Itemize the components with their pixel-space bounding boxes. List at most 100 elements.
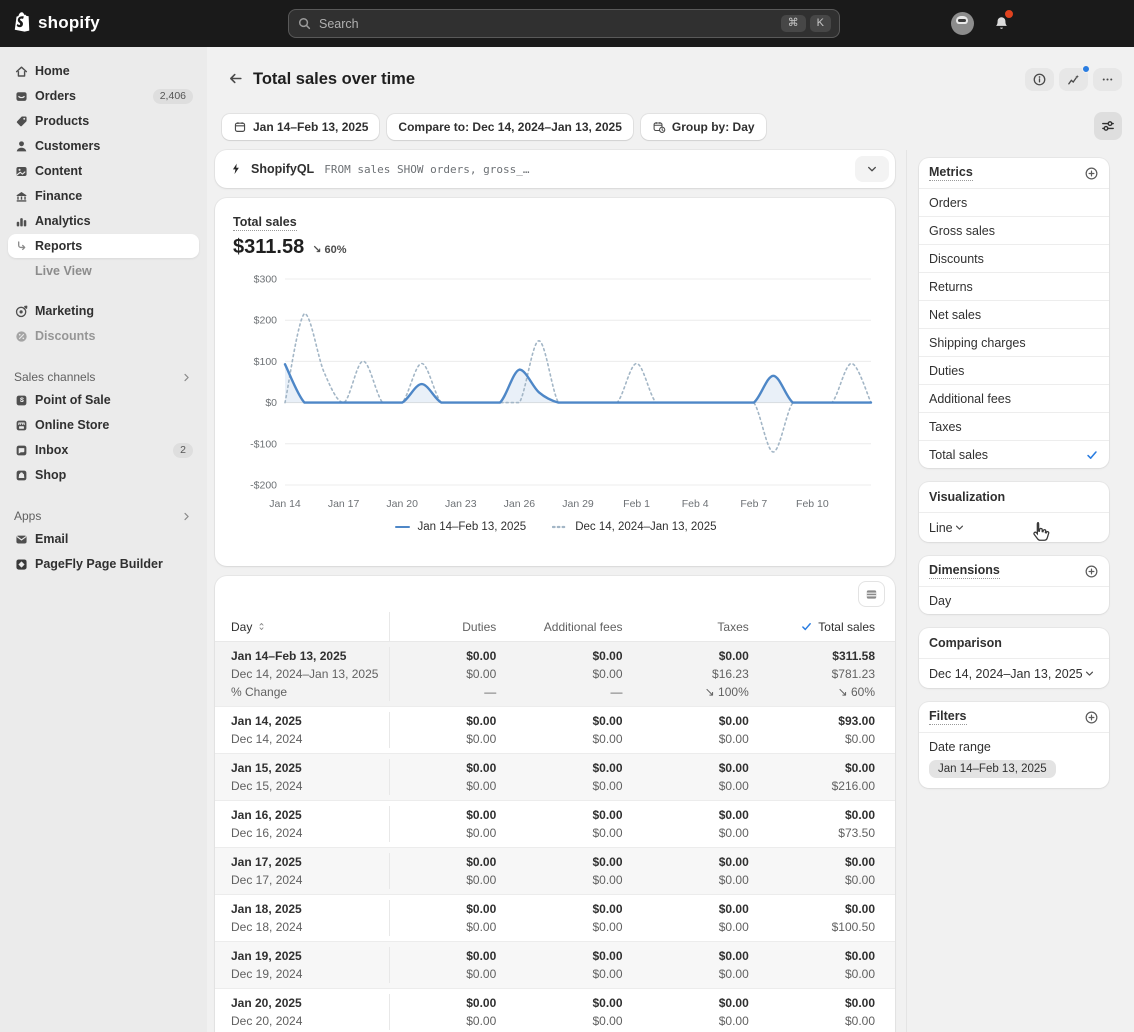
date-range-chip-label: Jan 14–Feb 13, 2025: [253, 120, 368, 134]
chevron-down-icon: [865, 162, 879, 176]
check-icon: [800, 620, 813, 633]
customize-panel-toggle[interactable]: [1094, 112, 1122, 140]
sidebar-item-live-view[interactable]: Live View: [8, 259, 199, 283]
svg-text:Jan 20: Jan 20: [386, 498, 418, 510]
shopify-logo[interactable]: shopify: [10, 10, 100, 35]
shopifyql-query-text: FROM sales SHOW orders, gross_…: [324, 163, 529, 176]
content-icon: [14, 164, 29, 179]
sidebar-item-customers[interactable]: Customers: [8, 134, 199, 158]
sliders-icon: [1100, 118, 1116, 134]
chevron-right-icon: [180, 510, 193, 523]
metric-item-additional-fees[interactable]: Additional fees: [919, 384, 1109, 412]
sidebar-section-apps[interactable]: Apps: [8, 505, 199, 527]
sidebar-item-marketing[interactable]: Marketing: [8, 299, 199, 323]
sidebar-item-reports[interactable]: Reports: [8, 234, 199, 258]
date-range-chip[interactable]: Jan 14–Feb 13, 2025: [222, 114, 379, 140]
calendar-icon: [233, 120, 247, 134]
sidebar-item-products[interactable]: Products: [8, 109, 199, 133]
plus-circle-icon: [1084, 166, 1099, 181]
sidebar-section-sales-channels[interactable]: Sales channels: [8, 366, 199, 388]
elbow-icon: [14, 239, 29, 254]
pos-icon: [14, 393, 29, 408]
sidebar-item-online-store[interactable]: Online Store: [8, 413, 199, 437]
visualization-select[interactable]: Line: [919, 512, 1109, 542]
sidebar-item-shop[interactable]: Shop: [8, 463, 199, 487]
insights-icon: [1066, 72, 1081, 87]
sidebar-item-orders[interactable]: Orders2,406: [8, 84, 199, 108]
discounts-icon: [14, 329, 29, 344]
search-icon: [297, 16, 312, 31]
insights-button[interactable]: [1059, 68, 1088, 91]
metric-item-returns[interactable]: Returns: [919, 272, 1109, 300]
group-by-chip[interactable]: Group by: Day: [641, 114, 766, 140]
sidebar-item-content[interactable]: Content: [8, 159, 199, 183]
metric-item-net-sales[interactable]: Net sales: [919, 300, 1109, 328]
metric-item-taxes[interactable]: Taxes: [919, 412, 1109, 440]
kpi-change: ↘ 60%: [312, 243, 346, 256]
sidebar-item-home[interactable]: Home: [8, 59, 199, 83]
column-header-additional-fees[interactable]: Additional fees: [516, 620, 642, 634]
store-icon: [14, 418, 29, 433]
metric-item-duties[interactable]: Duties: [919, 356, 1109, 384]
filters-card: Filters Date range Jan 14–Feb 13, 2025: [919, 702, 1109, 788]
column-header-day[interactable]: Day: [215, 612, 390, 641]
sidebar: HomeOrders2,406ProductsCustomersContentF…: [0, 47, 207, 1032]
metric-item-shipping-charges[interactable]: Shipping charges: [919, 328, 1109, 356]
dimension-item-day[interactable]: Day: [919, 586, 1109, 614]
back-button[interactable]: [223, 66, 247, 90]
svg-text:Jan 17: Jan 17: [328, 498, 360, 510]
compare-to-chip[interactable]: Compare to: Dec 14, 2024–Jan 13, 2025: [387, 114, 632, 140]
table-view-button[interactable]: [858, 581, 885, 607]
add-metric-button[interactable]: [1084, 166, 1099, 181]
column-header-duties[interactable]: Duties: [390, 620, 516, 634]
expand-query-button[interactable]: [855, 156, 889, 182]
check-icon: [1085, 448, 1099, 462]
notifications-button[interactable]: [989, 11, 1013, 35]
sales-line-chart[interactable]: $300$200$100$0-$100-$200Jan 14Jan 17Jan …: [233, 267, 879, 517]
info-button[interactable]: [1025, 68, 1054, 91]
table-row-group: Jan 19, 2025Dec 19, 2024$0.00$0.00$0.00$…: [215, 941, 895, 988]
metric-item-orders[interactable]: Orders: [919, 188, 1109, 216]
sidebar-item-analytics[interactable]: Analytics: [8, 209, 199, 233]
sidebar-item-email[interactable]: Email: [8, 527, 199, 551]
topbar: shopify Search ⌘ K: [0, 0, 1134, 47]
home-icon: [14, 64, 29, 79]
sidebar-item-pagefly-page-builder[interactable]: PageFly Page Builder: [8, 552, 199, 576]
filter-field-label: Date range: [929, 740, 1099, 754]
metric-item-gross-sales[interactable]: Gross sales: [919, 216, 1109, 244]
svg-text:Feb 4: Feb 4: [682, 498, 709, 510]
sidebar-item-discounts: Discounts: [8, 324, 199, 348]
avatar[interactable]: [950, 11, 974, 35]
table-row-group: Jan 16, 2025Dec 16, 2024$0.00$0.00$0.00$…: [215, 800, 895, 847]
add-dimension-button[interactable]: [1084, 564, 1099, 579]
search-placeholder: Search: [319, 17, 359, 31]
more-actions-button[interactable]: [1093, 68, 1122, 91]
metric-item-discounts[interactable]: Discounts: [919, 244, 1109, 272]
comparison-header: Comparison: [919, 628, 1109, 658]
table-row-group: Jan 15, 2025Dec 15, 2024$0.00$0.00$0.00$…: [215, 753, 895, 800]
keyboard-shortcut: ⌘ K: [781, 15, 831, 32]
table-header-row: Day Duties Additional fees Taxes Total s…: [215, 612, 895, 642]
page-header: Total sales over time: [207, 47, 1134, 107]
sidebar-nav: HomeOrders2,406ProductsCustomersContentF…: [8, 59, 199, 576]
count-badge: 2,406: [153, 89, 193, 104]
add-filter-button[interactable]: [1084, 710, 1099, 725]
search-input[interactable]: Search ⌘ K: [288, 9, 840, 38]
kpi-value: $311.58: [233, 236, 304, 259]
legend-current-period: Jan 14–Feb 13, 2025: [395, 521, 526, 533]
filters-body: Date range Jan 14–Feb 13, 2025: [919, 732, 1109, 788]
svg-text:$100: $100: [254, 356, 278, 368]
metric-item-total-sales[interactable]: Total sales: [919, 440, 1109, 468]
column-header-taxes[interactable]: Taxes: [643, 620, 769, 634]
sidebar-item-finance[interactable]: Finance: [8, 184, 199, 208]
dotted-line-swatch: [552, 525, 568, 529]
date-range-filter-pill[interactable]: Jan 14–Feb 13, 2025: [929, 760, 1056, 778]
svg-text:$300: $300: [254, 274, 278, 286]
products-icon: [14, 114, 29, 129]
shopifyql-bar[interactable]: ShopifyQL FROM sales SHOW orders, gross_…: [215, 150, 895, 188]
sidebar-item-inbox[interactable]: Inbox2: [8, 438, 199, 462]
sidebar-item-point-of-sale[interactable]: Point of Sale: [8, 388, 199, 412]
plus-circle-icon: [1084, 710, 1099, 725]
comparison-select[interactable]: Dec 14, 2024–Jan 13, 2025: [919, 658, 1109, 688]
column-header-total-sales[interactable]: Total sales: [769, 620, 895, 634]
